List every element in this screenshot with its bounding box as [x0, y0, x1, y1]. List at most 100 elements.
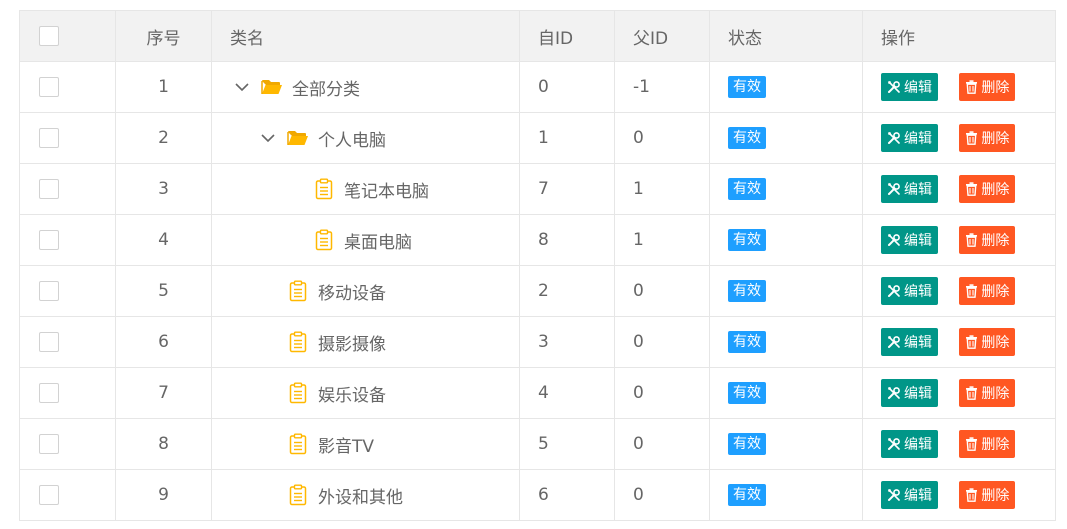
row-checkbox[interactable]: [39, 230, 59, 250]
delete-button[interactable]: 删除: [959, 175, 1016, 203]
table-row: 8 影音TV 5 0 有效 编辑 删除: [19, 418, 1056, 470]
row-checkbox[interactable]: [39, 281, 59, 301]
delete-button[interactable]: 删除: [959, 481, 1016, 509]
row-self-id: 2: [519, 265, 615, 317]
row-parent-id: 0: [614, 367, 710, 419]
delete-button-label: 删除: [981, 386, 1010, 402]
delete-button-label: 删除: [981, 284, 1010, 300]
select-all-checkbox[interactable]: [39, 26, 59, 46]
chevron-down-icon[interactable]: [256, 126, 280, 150]
row-checkbox[interactable]: [39, 383, 59, 403]
edit-button[interactable]: 编辑: [881, 481, 938, 509]
row-parent-id: 0: [614, 265, 710, 317]
status-badge: 有效: [728, 484, 766, 506]
row-status-cell: 有效: [709, 469, 863, 521]
table-header: 序号 类名 自ID 父ID 状态 操作: [19, 10, 1056, 62]
chevron-down-icon[interactable]: [230, 75, 254, 99]
status-badge: 有效: [728, 433, 766, 455]
row-status-cell: 有效: [709, 112, 863, 164]
category-tree-table-container: 序号 类名 自ID 父ID 状态 操作 1 全部分类 0 -1 有效 编辑 删除…: [19, 10, 1056, 521]
row-status-cell: 有效: [709, 316, 863, 368]
row-checkbox[interactable]: [39, 485, 59, 505]
row-select-cell: [19, 265, 116, 317]
row-self-id: 3: [519, 316, 615, 368]
row-parent-id: -1: [614, 61, 710, 113]
row-ops-cell: 编辑 删除: [862, 418, 1056, 470]
edit-button[interactable]: 编辑: [881, 175, 938, 203]
delete-button[interactable]: 删除: [959, 73, 1016, 101]
header-index: 序号: [115, 10, 212, 62]
row-checkbox[interactable]: [39, 434, 59, 454]
tree-node-label: 娱乐设备: [318, 385, 386, 406]
edit-button[interactable]: 编辑: [881, 73, 938, 101]
delete-button[interactable]: 删除: [959, 277, 1016, 305]
table-row: 7 娱乐设备 4 0 有效 编辑 删除: [19, 367, 1056, 419]
row-index: 2: [115, 112, 212, 164]
table-row: 6 摄影摄像 3 0 有效 编辑 删除: [19, 316, 1056, 368]
edit-button-label: 编辑: [904, 386, 932, 402]
row-checkbox[interactable]: [39, 179, 59, 199]
row-select-cell: [19, 316, 116, 368]
row-status-cell: 有效: [709, 367, 863, 419]
delete-button-label: 删除: [981, 233, 1010, 249]
row-parent-id: 0: [614, 316, 710, 368]
delete-button[interactable]: 删除: [959, 430, 1016, 458]
trash-icon: [965, 386, 978, 400]
edit-button[interactable]: 编辑: [881, 430, 938, 458]
row-name-cell: 外设和其他: [211, 469, 520, 521]
row-name-cell: 影音TV: [211, 418, 520, 470]
edit-button[interactable]: 编辑: [881, 226, 938, 254]
row-index: 8: [115, 418, 212, 470]
delete-button-label: 删除: [981, 182, 1010, 198]
header-status: 状态: [709, 10, 863, 62]
wrench-screwdriver-icon: [887, 233, 901, 247]
row-select-cell: [19, 418, 116, 470]
row-checkbox[interactable]: [39, 332, 59, 352]
tree-node: 个人电脑: [212, 113, 519, 163]
edit-button[interactable]: 编辑: [881, 328, 938, 356]
clipboard-icon: [312, 228, 336, 252]
category-tree-table: 序号 类名 自ID 父ID 状态 操作 1 全部分类 0 -1 有效 编辑 删除…: [19, 10, 1056, 521]
row-name-cell: 笔记本电脑: [211, 163, 520, 215]
delete-button[interactable]: 删除: [959, 226, 1016, 254]
folder-open-icon: [260, 75, 284, 99]
edit-button[interactable]: 编辑: [881, 379, 938, 407]
delete-button[interactable]: 删除: [959, 124, 1016, 152]
delete-button-label: 删除: [981, 80, 1010, 96]
status-badge: 有效: [728, 280, 766, 302]
trash-icon: [965, 131, 978, 145]
row-index: 9: [115, 469, 212, 521]
row-select-cell: [19, 367, 116, 419]
edit-button-label: 编辑: [904, 80, 932, 96]
row-status-cell: 有效: [709, 265, 863, 317]
row-index: 7: [115, 367, 212, 419]
table-row: 4 桌面电脑 8 1 有效 编辑 删除: [19, 214, 1056, 266]
row-checkbox[interactable]: [39, 77, 59, 97]
row-parent-id: 1: [614, 163, 710, 215]
row-self-id: 0: [519, 61, 615, 113]
header-parent-id: 父ID: [614, 10, 710, 62]
delete-button-label: 删除: [981, 437, 1010, 453]
row-name-cell: 摄影摄像: [211, 316, 520, 368]
wrench-screwdriver-icon: [887, 80, 901, 94]
header-ops: 操作: [862, 10, 1056, 62]
edit-button-label: 编辑: [904, 233, 932, 249]
row-checkbox[interactable]: [39, 128, 59, 148]
row-name-cell: 全部分类: [211, 61, 520, 113]
wrench-screwdriver-icon: [887, 335, 901, 349]
status-badge: 有效: [728, 229, 766, 251]
delete-button[interactable]: 删除: [959, 379, 1016, 407]
wrench-screwdriver-icon: [887, 182, 901, 196]
delete-button[interactable]: 删除: [959, 328, 1016, 356]
header-self-id: 自ID: [519, 10, 615, 62]
edit-button[interactable]: 编辑: [881, 124, 938, 152]
edit-button-label: 编辑: [904, 131, 932, 147]
tree-node-label: 摄影摄像: [318, 334, 386, 355]
tree-node: 全部分类: [212, 62, 519, 112]
row-select-cell: [19, 214, 116, 266]
clipboard-icon: [312, 177, 336, 201]
table-row: 1 全部分类 0 -1 有效 编辑 删除: [19, 61, 1056, 113]
clipboard-icon: [286, 483, 310, 507]
tree-node-label: 外设和其他: [318, 487, 403, 508]
edit-button[interactable]: 编辑: [881, 277, 938, 305]
